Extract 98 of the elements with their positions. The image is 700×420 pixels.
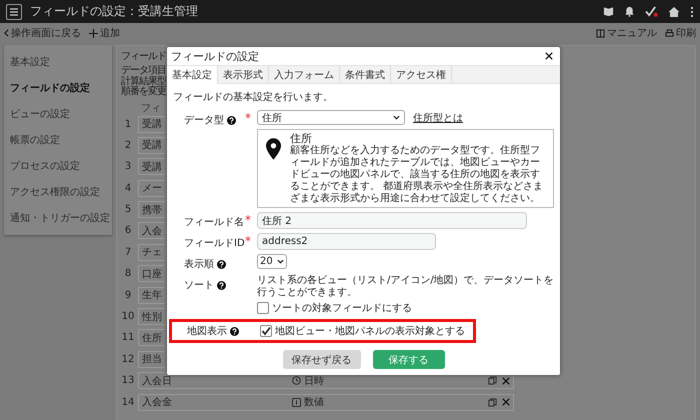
- field-name[interactable]: チェ: [138, 244, 165, 261]
- copy-icon[interactable]: [488, 398, 497, 407]
- field-name-input[interactable]: 住所 2: [257, 212, 527, 230]
- row-number: 14: [121, 396, 135, 408]
- bell-icon[interactable]: [624, 6, 635, 17]
- row-number: 7: [124, 246, 132, 258]
- tab[interactable]: 基本設定: [167, 66, 218, 84]
- caret-icon: [277, 259, 284, 264]
- cancel-button[interactable]: 保存せず戻る: [282, 350, 360, 370]
- checkbox-label[interactable]: ソートの対象フィールドにする: [272, 301, 412, 316]
- field-label: フィールドID: [184, 237, 245, 250]
- field-label: データ型: [184, 114, 224, 127]
- row-number: 8: [124, 268, 132, 280]
- checkbox-label[interactable]: 地図ビュー・地図パネルの表示対象とする: [275, 324, 465, 338]
- field-name[interactable]: 住所: [138, 329, 165, 346]
- back-link[interactable]: 操作画面に戻る: [4, 26, 81, 40]
- field-name[interactable]: 担当: [138, 350, 165, 368]
- field-label: 表示順: [184, 258, 214, 272]
- intro-text: フィールドの基本設定を行います。: [173, 90, 334, 104]
- field-name[interactable]: 入会: [138, 222, 165, 240]
- sidebar-item[interactable]: 基本設定: [4, 49, 112, 75]
- field-name[interactable]: メー: [138, 180, 165, 197]
- row-number: 13: [121, 375, 135, 386]
- row-number: 11: [121, 332, 135, 344]
- help-icon[interactable]: [217, 260, 226, 269]
- more-icon[interactable]: [690, 6, 694, 18]
- row-number: 9: [124, 290, 132, 301]
- row-number: 6: [124, 225, 132, 236]
- row-number: 5: [124, 204, 132, 216]
- add-link[interactable]: 追加: [89, 26, 120, 40]
- row-number: 10: [121, 311, 135, 322]
- number-icon: [292, 398, 301, 407]
- field-name[interactable]: 受講: [138, 116, 165, 132]
- checkbox[interactable]: [257, 302, 269, 314]
- required-mark: *: [245, 212, 252, 228]
- field-id-input[interactable]: address2: [257, 233, 436, 250]
- sidebar-item[interactable]: プロセスの設定: [4, 153, 112, 179]
- field-name[interactable]: 受講: [138, 136, 165, 154]
- delete-icon[interactable]: [502, 398, 510, 406]
- print-link[interactable]: 印刷: [665, 26, 696, 40]
- help-link[interactable]: 住所型とは: [413, 110, 463, 124]
- field-label: ソート: [184, 279, 214, 292]
- required-mark: *: [245, 110, 252, 126]
- field-type: 数値: [304, 396, 324, 410]
- field-name[interactable]: 生年: [138, 286, 165, 304]
- chevron-left-icon: [4, 29, 9, 37]
- plus-icon: [89, 28, 98, 38]
- field-name[interactable]: 口座: [138, 265, 165, 282]
- row-number: 4: [124, 182, 132, 194]
- sidebar-item[interactable]: ビューの設定: [4, 101, 112, 127]
- order-select[interactable]: 20: [257, 254, 287, 270]
- field-type: 日時: [304, 374, 324, 388]
- field-label: フィールド名: [184, 216, 244, 230]
- help-icon[interactable]: [217, 280, 226, 290]
- app-title: フィールドの設定：受講生管理: [30, 3, 199, 20]
- data-type-select[interactable]: 住所: [257, 110, 405, 125]
- sidebar-item[interactable]: アクセス権限の設定: [4, 179, 112, 205]
- save-button[interactable]: 保存する: [372, 350, 444, 370]
- field-name[interactable]: 性別: [138, 308, 165, 326]
- check-icon[interactable]: [645, 6, 658, 17]
- row-number: 1: [124, 118, 132, 130]
- dialog-title: フィールドの設定: [171, 48, 259, 64]
- book-icon: [596, 28, 605, 38]
- map-pin-icon: [266, 138, 281, 160]
- manual-link[interactable]: マニュアル: [596, 26, 657, 40]
- help-icon[interactable]: [227, 116, 236, 124]
- caret-icon: [393, 115, 400, 120]
- delete-icon[interactable]: [502, 376, 510, 385]
- checkbox[interactable]: [260, 325, 272, 338]
- field-row[interactable]: 入会金 数値: [138, 394, 514, 411]
- clock-icon: [292, 376, 301, 386]
- info-title: 住所: [290, 132, 313, 145]
- menu-icon[interactable]: [6, 4, 22, 20]
- sidebar-item[interactable]: 帳票の設定: [4, 127, 112, 153]
- field-name: 入会日: [142, 374, 173, 388]
- close-button[interactable]: [545, 52, 553, 60]
- sidebar-item[interactable]: 通知・トリガーの設定: [4, 205, 112, 231]
- sidebar-item[interactable]: フィールドの設定: [4, 75, 112, 101]
- printer-icon: [665, 28, 674, 38]
- home-icon[interactable]: [668, 6, 680, 18]
- panel-title: フィールド: [121, 50, 166, 63]
- info-text: 顧客住所などを入力するためのデータ型です。住所型フィールドが追加されたテーブルでは、地図ビューやカードビューの地図パネルで、該当する住所の地図を表示することができます。 都道府県表示や全住所表示などさまざまな表示形式から用途に合わせて設定してください。: [290, 145, 544, 206]
- field-label: 地図表示: [187, 324, 227, 338]
- required-mark: *: [245, 233, 252, 250]
- sort-description: リスト系の各ビュー（リスト/アイコン/地図）で、データソートを行うことができます。: [257, 275, 554, 300]
- note-text: データ項目: [121, 66, 166, 76]
- help-icon[interactable]: [230, 326, 239, 336]
- note-text: 順番を変更: [121, 87, 166, 98]
- field-name[interactable]: 受講: [138, 158, 165, 176]
- copy-icon[interactable]: [488, 376, 497, 386]
- field-name[interactable]: 携帯: [138, 201, 165, 218]
- row-number: 12: [121, 354, 135, 365]
- column-header: フィ: [141, 102, 161, 114]
- row-number: 3: [124, 161, 132, 172]
- field-name: 入会金: [142, 396, 173, 410]
- book-icon[interactable]: [603, 6, 614, 17]
- row-number: 2: [124, 140, 132, 151]
- note-text: 計算結果型: [121, 76, 166, 86]
